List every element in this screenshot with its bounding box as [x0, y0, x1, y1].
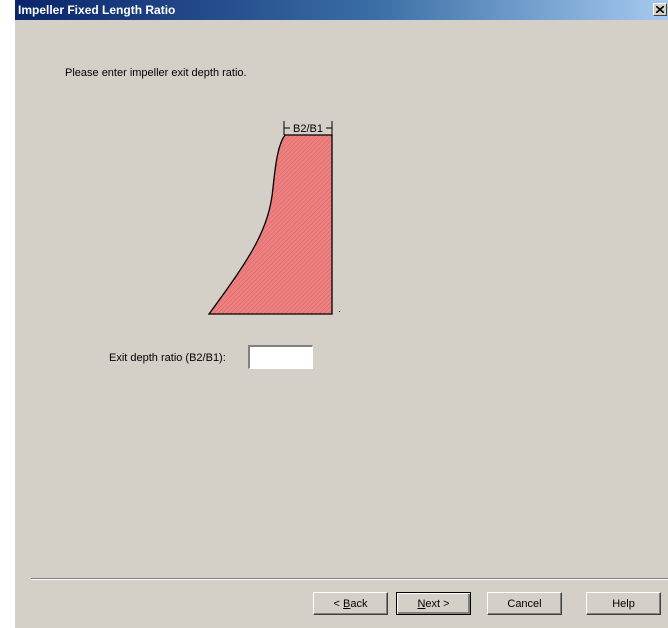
impeller-profile-shape	[207, 134, 333, 315]
help-button[interactable]: Help	[586, 592, 661, 615]
back-button-prefix: <	[333, 597, 343, 610]
title-bar[interactable]: Impeller Fixed Length Ratio	[15, 0, 668, 20]
dialog-window: Impeller Fixed Length Ratio Please enter…	[14, 0, 668, 628]
exit-depth-ratio-label: Exit depth ratio (B2/B1):	[109, 352, 226, 364]
cancel-button[interactable]: Cancel	[487, 592, 562, 615]
instruction-text: Please enter impeller exit depth ratio.	[65, 67, 247, 79]
dimension-label: B2/B1	[293, 123, 323, 135]
exit-depth-ratio-input[interactable]	[248, 345, 313, 369]
diagram-dot	[339, 311, 340, 312]
close-icon	[656, 6, 664, 13]
close-button[interactable]	[653, 3, 667, 16]
button-separator	[31, 578, 668, 580]
next-button[interactable]: Next >	[396, 592, 471, 615]
back-button-rest: ack	[350, 597, 368, 610]
next-button-suffix: >	[440, 597, 450, 610]
impeller-depth-diagram: B2/B1	[207, 121, 340, 315]
back-button[interactable]: < Back	[313, 592, 388, 615]
window-title: Impeller Fixed Length Ratio	[18, 3, 176, 17]
next-button-rest: ext	[425, 597, 441, 610]
